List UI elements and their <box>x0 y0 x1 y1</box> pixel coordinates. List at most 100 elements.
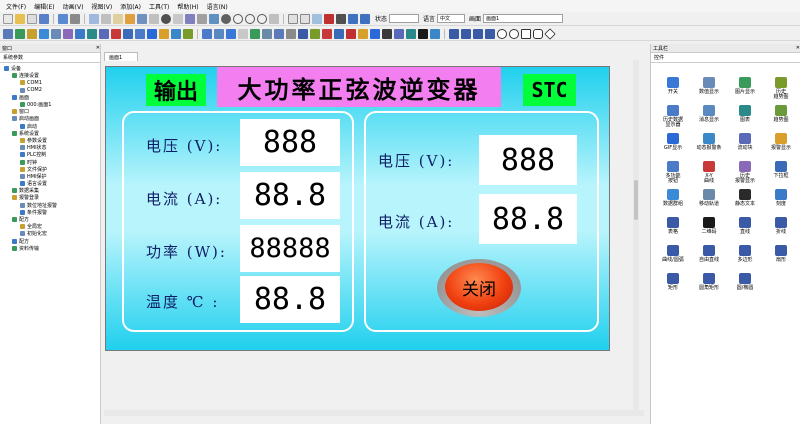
screen-select[interactable]: 画面1 <box>483 14 564 23</box>
toolbar-icon-3[interactable] <box>27 28 37 39</box>
toolbar-icon-7[interactable] <box>75 28 85 39</box>
toolbar-icon-17[interactable] <box>202 28 212 39</box>
redo-icon[interactable] <box>70 13 80 24</box>
tree-node[interactable]: 启动 <box>0 123 100 130</box>
toolbar-icon-20[interactable] <box>238 28 248 39</box>
tree-node[interactable]: 文件保护 <box>0 166 100 173</box>
copy-icon[interactable] <box>288 13 298 24</box>
upload-icon[interactable] <box>360 13 370 24</box>
toolbar-icon-31[interactable] <box>370 28 380 39</box>
toolbox-item[interactable]: 开关 <box>655 74 691 102</box>
tree-node[interactable]: 配方 <box>0 238 100 245</box>
toolbox-item[interactable]: 扇形 <box>763 242 799 270</box>
toolbox-item[interactable]: 折线 <box>763 214 799 242</box>
toolbox-item[interactable]: 数值显示 <box>691 74 727 102</box>
rotate-icon[interactable] <box>269 13 279 24</box>
tree-node[interactable]: 参数设置 <box>0 137 100 144</box>
vertical-scrollbar[interactable] <box>633 60 639 410</box>
cut-icon[interactable] <box>101 13 111 24</box>
image-icon[interactable] <box>312 13 322 24</box>
toolbox-item[interactable]: 数据群组 <box>655 186 691 214</box>
toolbar-icon-28[interactable] <box>334 28 344 39</box>
menu-language[interactable]: 语言(N) <box>203 2 232 11</box>
menu-animation[interactable]: 动画(V) <box>59 2 88 11</box>
tree-node[interactable]: 000:画面1 <box>0 101 100 108</box>
polygon-tool-icon[interactable] <box>544 27 556 40</box>
horizontal-scrollbar[interactable] <box>104 410 644 416</box>
current-value-left[interactable]: 88.8 <box>240 172 340 219</box>
tree-node[interactable]: 时钟 <box>0 158 100 166</box>
voltage-value-right[interactable]: 888 <box>479 135 577 185</box>
toolbox-item[interactable]: 矩形 <box>655 270 691 298</box>
compile-icon[interactable] <box>336 13 346 24</box>
toolbox-item[interactable]: 表格 <box>655 214 691 242</box>
toolbox-item[interactable]: 移动轨道 <box>691 186 727 214</box>
tree-node[interactable]: 语言设置 <box>0 180 100 187</box>
tree-node[interactable]: 连接设置 <box>0 72 100 79</box>
circle-tool-icon-2[interactable] <box>509 28 519 39</box>
toolbar-icon-29[interactable] <box>346 28 356 39</box>
circle-tool-icon[interactable] <box>221 13 231 24</box>
toolbox-item[interactable]: 图片显示 <box>727 74 763 102</box>
toolbox-item[interactable]: 静态文本 <box>727 186 763 214</box>
tree-node[interactable]: 启动画面 <box>0 115 100 122</box>
toolbar-icon-12[interactable] <box>135 28 145 39</box>
toolbar-icon-8[interactable] <box>87 28 97 39</box>
tree-node[interactable]: 条件报警 <box>0 209 100 216</box>
toolbox-item[interactable]: 二维码 <box>691 214 727 242</box>
toolbox-item[interactable]: 历史 趋势图 <box>763 74 799 102</box>
rounded-rect-tool-icon[interactable] <box>533 28 543 39</box>
current-value-right[interactable]: 88.8 <box>479 194 577 244</box>
tree-node[interactable]: 系统设置 <box>0 130 100 137</box>
ellipse-tool-icon[interactable] <box>497 28 507 39</box>
toolbox-item[interactable]: 直线 <box>727 214 763 242</box>
toolbox-item[interactable]: 流动块 <box>727 130 763 158</box>
toolbar-icon-36[interactable] <box>430 28 440 39</box>
toolbar-icon-9[interactable] <box>99 28 109 39</box>
lock-icon[interactable] <box>125 13 135 24</box>
tree-node[interactable]: 初始化宏 <box>0 230 100 237</box>
toolbar-icon-22[interactable] <box>262 28 272 39</box>
menu-help[interactable]: 帮助(H) <box>173 2 202 11</box>
size-icon[interactable] <box>209 13 219 24</box>
language-select[interactable]: 中文 <box>437 14 466 23</box>
delete-icon[interactable] <box>324 13 334 24</box>
toolbox-item[interactable]: 自由直线 <box>691 242 727 270</box>
toolbar-icon-13[interactable] <box>147 28 157 39</box>
download-icon[interactable] <box>348 13 358 24</box>
tree-node[interactable]: PLC控制 <box>0 151 100 158</box>
menu-add[interactable]: 添加(A) <box>116 2 145 11</box>
zoom-fit-icon[interactable] <box>257 13 267 24</box>
status-select[interactable] <box>389 14 420 23</box>
toolbar-icon-14[interactable] <box>159 28 169 39</box>
line-tool-icon[interactable] <box>449 28 459 39</box>
tree-node[interactable]: COM2 <box>0 87 100 94</box>
toolbox-item[interactable]: 历史 报警显示 <box>727 158 763 186</box>
open-folder-icon[interactable] <box>15 13 25 24</box>
toolbox-item[interactable]: 曲线/圆弧 <box>655 242 691 270</box>
toolbox-close-icon[interactable]: ✕ <box>796 45 800 51</box>
toolbar-icon-16[interactable] <box>183 28 193 39</box>
toolbar-icon-32[interactable] <box>382 28 392 39</box>
toolbar-icon-27[interactable] <box>322 28 332 39</box>
toolbar-icon-23[interactable] <box>274 28 284 39</box>
toolbox-item[interactable]: 动态报警条 <box>691 130 727 158</box>
toolbar-icon-35[interactable] <box>418 28 428 39</box>
align-icon[interactable] <box>173 13 183 24</box>
free-line-tool-icon[interactable] <box>473 28 483 39</box>
zoom-out-icon[interactable] <box>245 13 255 24</box>
toolbar-icon-2[interactable] <box>15 28 25 39</box>
toolbar-icon-11[interactable] <box>123 28 133 39</box>
tree-node[interactable]: 配方 <box>0 216 100 223</box>
toolbar-icon-33[interactable] <box>394 28 404 39</box>
tab-system-params[interactable]: 系统参数 <box>0 53 100 63</box>
tree-node[interactable]: HMI状态 <box>0 144 100 151</box>
tree-node[interactable]: 数据采集 <box>0 187 100 194</box>
toolbar-icon-6[interactable] <box>63 28 73 39</box>
tree-node[interactable]: COM1 <box>0 79 100 86</box>
tree-node[interactable]: HMI保护 <box>0 173 100 180</box>
save-icon[interactable] <box>39 13 49 24</box>
panel-close-icon[interactable]: ✕ <box>96 45 100 51</box>
close-file-icon[interactable] <box>27 13 37 24</box>
menu-view[interactable]: 视图(V) <box>87 2 116 11</box>
